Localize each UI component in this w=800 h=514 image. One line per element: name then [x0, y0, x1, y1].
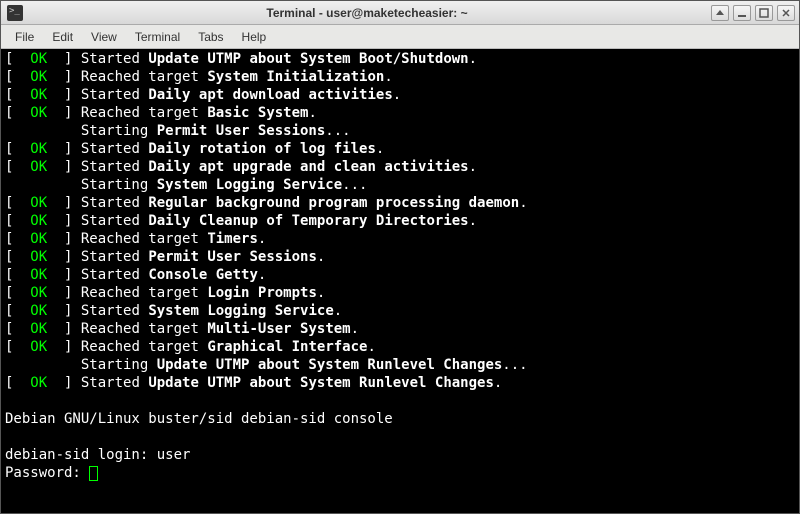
boot-line: [ OK ] Reached target Login Prompts. — [5, 284, 795, 302]
boot-line: [ OK ] Started Regular background progra… — [5, 194, 795, 212]
cursor — [89, 466, 98, 481]
blank-line — [5, 428, 795, 446]
menu-help[interactable]: Help — [234, 27, 275, 47]
menubar: File Edit View Terminal Tabs Help — [1, 25, 799, 49]
maximize-button[interactable] — [755, 5, 773, 21]
blank-line — [5, 392, 795, 410]
boot-line: [ OK ] Started Daily Cleanup of Temporar… — [5, 212, 795, 230]
boot-line: [ OK ] Reached target Timers. — [5, 230, 795, 248]
boot-line: [ OK ] Started Daily rotation of log fil… — [5, 140, 795, 158]
boot-line: Starting System Logging Service... — [5, 176, 795, 194]
menu-file[interactable]: File — [7, 27, 42, 47]
rollup-button[interactable] — [711, 5, 729, 21]
boot-line: [ OK ] Started Daily apt download activi… — [5, 86, 795, 104]
window-title: Terminal - user@maketecheasier: ~ — [23, 6, 711, 20]
boot-line: [ OK ] Reached target System Initializat… — [5, 68, 795, 86]
boot-line: Starting Update UTMP about System Runlev… — [5, 356, 795, 374]
titlebar: Terminal - user@maketecheasier: ~ — [1, 1, 799, 25]
menu-view[interactable]: View — [83, 27, 125, 47]
window-controls — [711, 5, 795, 21]
boot-line: [ OK ] Started Daily apt upgrade and cle… — [5, 158, 795, 176]
boot-line: [ OK ] Reached target Graphical Interfac… — [5, 338, 795, 356]
menu-terminal[interactable]: Terminal — [127, 27, 188, 47]
close-button[interactable] — [777, 5, 795, 21]
boot-line: [ OK ] Started Update UTMP about System … — [5, 374, 795, 392]
boot-line: [ OK ] Reached target Basic System. — [5, 104, 795, 122]
boot-line: [ OK ] Started Permit User Sessions. — [5, 248, 795, 266]
boot-line: [ OK ] Started Update UTMP about System … — [5, 50, 795, 68]
boot-line: [ OK ] Started Console Getty. — [5, 266, 795, 284]
terminal-window: Terminal - user@maketecheasier: ~ File E… — [0, 0, 800, 514]
login-line: debian-sid login: user — [5, 446, 795, 464]
menu-edit[interactable]: Edit — [44, 27, 81, 47]
boot-line: Starting Permit User Sessions... — [5, 122, 795, 140]
minimize-button[interactable] — [733, 5, 751, 21]
banner-line: Debian GNU/Linux buster/sid debian-sid c… — [5, 410, 795, 428]
menu-tabs[interactable]: Tabs — [190, 27, 231, 47]
password-line: Password: — [5, 464, 795, 482]
terminal-body[interactable]: [ OK ] Started Update UTMP about System … — [1, 49, 799, 513]
boot-line: [ OK ] Reached target Multi-User System. — [5, 320, 795, 338]
boot-line: [ OK ] Started System Logging Service. — [5, 302, 795, 320]
app-icon — [7, 5, 23, 21]
